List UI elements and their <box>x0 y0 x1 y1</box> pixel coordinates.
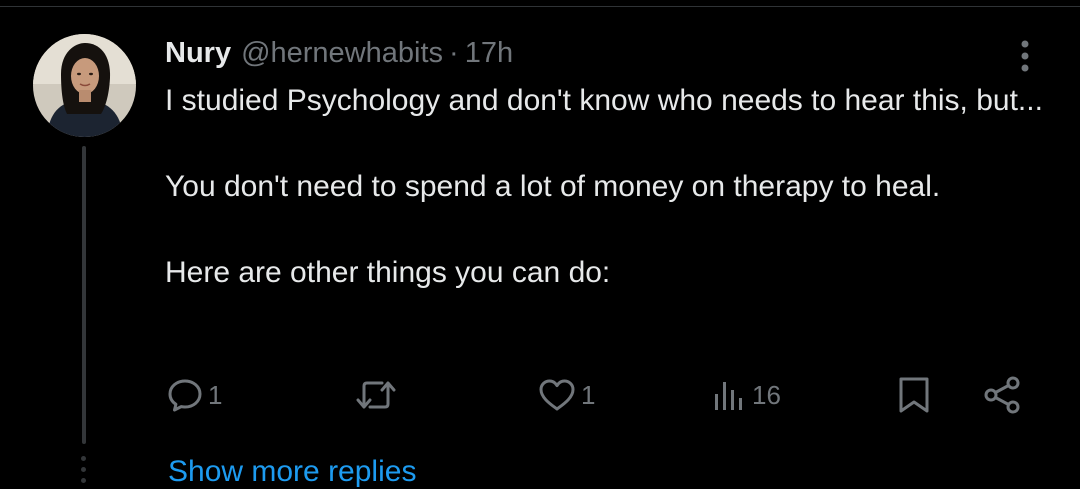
share-button[interactable] <box>980 372 1024 418</box>
post-time[interactable]: 17h <box>465 37 513 70</box>
speech-bubble-icon <box>168 379 202 412</box>
author-name[interactable]: Nury <box>165 37 231 70</box>
retweet-arrows-icon <box>356 381 396 409</box>
reply-button[interactable]: 1 <box>166 372 222 418</box>
tweet-paragraph: Here are other things you can do: <box>165 256 611 289</box>
show-more-replies-link[interactable]: Show more replies <box>168 455 416 489</box>
thread-connector-line <box>82 146 86 444</box>
avatar[interactable] <box>33 34 136 137</box>
top-divider <box>0 0 1080 7</box>
like-button[interactable]: 1 <box>537 372 595 418</box>
author-handle[interactable]: @hernewhabits <box>241 37 443 70</box>
avatar-image <box>33 34 136 137</box>
views-count: 16 <box>752 379 781 410</box>
tweet-paragraph: You don't need to spend a lot of money o… <box>165 170 941 203</box>
tweet-header: Nury @hernewhabits · 17h <box>165 33 513 73</box>
tweet-paragraph: I studied Psychology and don't know who … <box>165 84 1043 117</box>
heart-icon <box>539 379 575 411</box>
retweet-button[interactable] <box>354 372 402 418</box>
share-nodes-icon <box>984 376 1020 414</box>
more-options-button[interactable] <box>1010 36 1040 76</box>
bookmark-button[interactable] <box>895 372 933 418</box>
like-count: 1 <box>581 379 596 410</box>
reply-count: 1 <box>208 379 223 410</box>
thread-connector-dots <box>81 456 87 489</box>
bar-chart-icon <box>715 382 742 410</box>
vertical-ellipsis-icon <box>1021 40 1029 72</box>
header-separator: · <box>449 36 459 69</box>
tweet-text: I studied Psychology and don't know who … <box>165 79 1045 294</box>
bookmark-icon <box>899 377 929 413</box>
views-button[interactable]: 16 <box>712 372 781 418</box>
